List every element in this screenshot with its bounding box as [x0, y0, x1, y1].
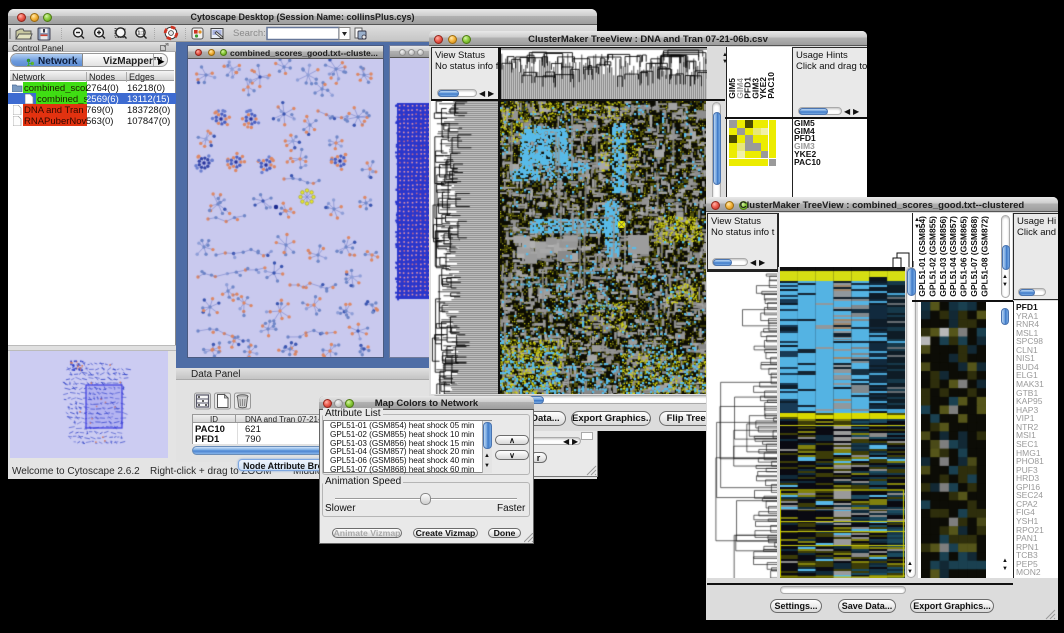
svg-text:1:1: 1:1	[138, 31, 145, 37]
svg-text:Search:: Search:	[233, 28, 266, 39]
